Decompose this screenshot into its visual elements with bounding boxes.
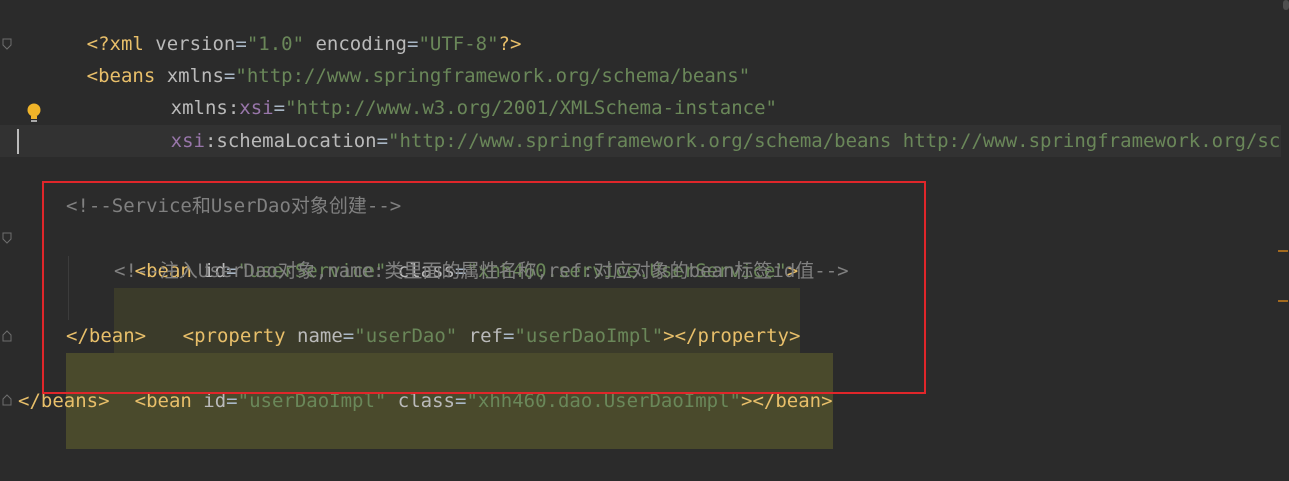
annotation-highlight-box (42, 181, 926, 394)
vertical-scrollbar[interactable] (1281, 0, 1289, 462)
scrollbar-thumb[interactable] (1283, 0, 1289, 10)
code-line-12: </beans> (0, 385, 110, 417)
code-line-3: xmlns:xsi="http://www.w3.org/2001/XMLSch… (0, 60, 777, 119)
code-line-8: <!--注入UserDao对象,name:类里面的属性名称,ref:对应对象的b… (0, 255, 849, 287)
value-schemaLocation: "http://www.springframework.org/schema/b… (388, 130, 1289, 152)
equals: = (376, 130, 389, 152)
code-line-4: xsi:schemaLocation="http://www.springfra… (0, 93, 1289, 152)
warning-marker[interactable] (1278, 250, 1288, 252)
colon: : (204, 130, 217, 152)
code-line-1: <?xml version="1.0" encoding="UTF-8"?> (0, 0, 522, 55)
attr-schemaLocation: schemaLocation (216, 130, 377, 152)
code-line-11: <bean id="userDaoImpl" class="xhh460.dao… (0, 353, 833, 449)
code-line-9: <property name="userDao" ref="userDaoImp… (0, 288, 801, 384)
code-line-7: <bean id="userService" class="xhh460.ser… (0, 223, 799, 282)
code-line-6: <!--Service和UserDao对象创建--> (0, 190, 401, 222)
xml-editor[interactable]: <?xml version="1.0" encoding="UTF-8"?> <… (0, 0, 1289, 462)
code-line-2: <beans xmlns="http://www.springframework… (0, 28, 751, 87)
warning-marker[interactable] (1278, 300, 1288, 302)
ns-xsi: xsi (170, 130, 205, 152)
code-line-10: </bean> (0, 320, 146, 352)
